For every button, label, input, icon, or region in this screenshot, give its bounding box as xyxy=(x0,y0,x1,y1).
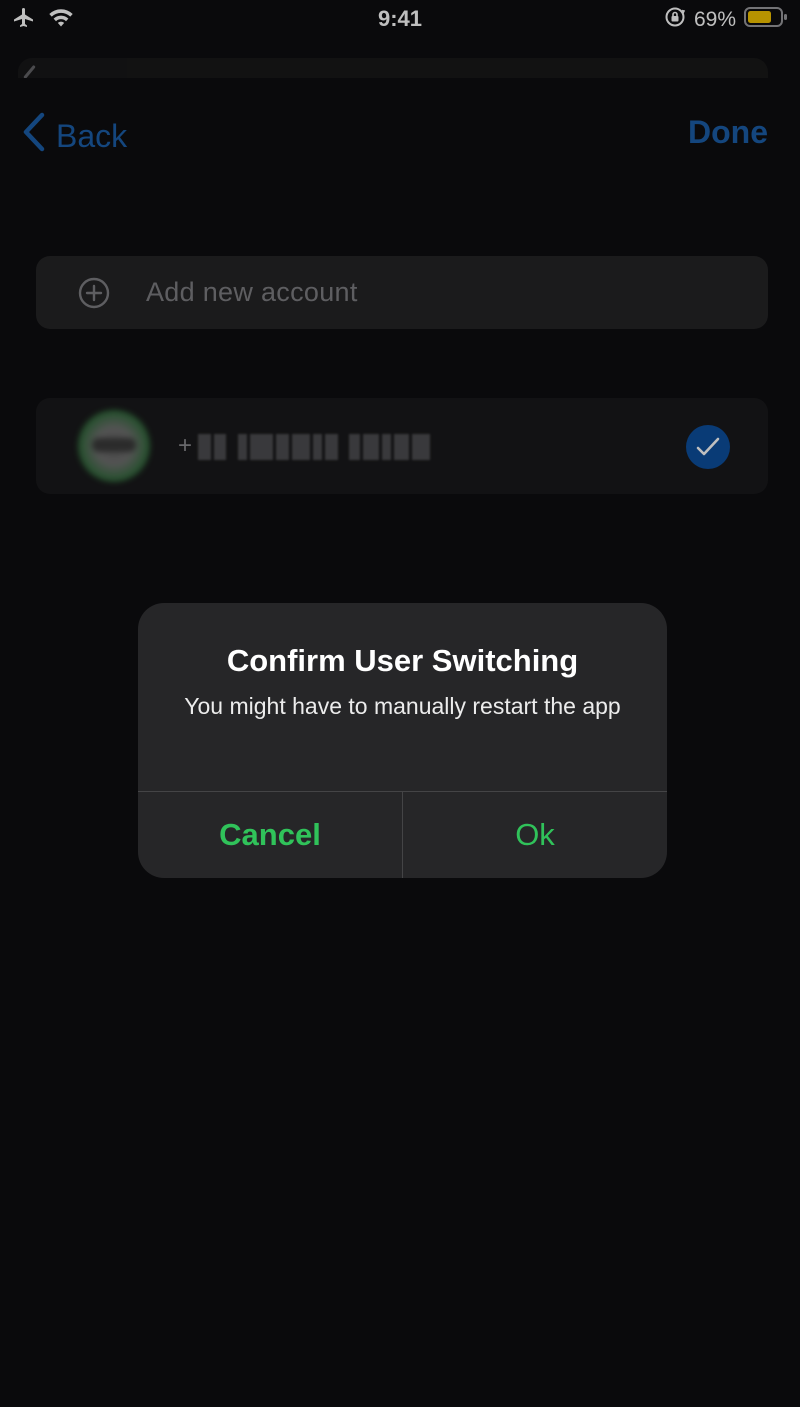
alert-message: You might have to manually restart the a… xyxy=(184,693,621,719)
alert-title: Confirm User Switching xyxy=(226,643,579,678)
cancel-button[interactable]: Cancel xyxy=(138,792,402,878)
account-switcher-screen: 9:41 69% Back Done Add new account + Con… xyxy=(0,0,800,1407)
confirm-switch-alert: Confirm User Switching You might have to… xyxy=(138,603,667,878)
ok-button[interactable]: Ok xyxy=(403,792,667,878)
